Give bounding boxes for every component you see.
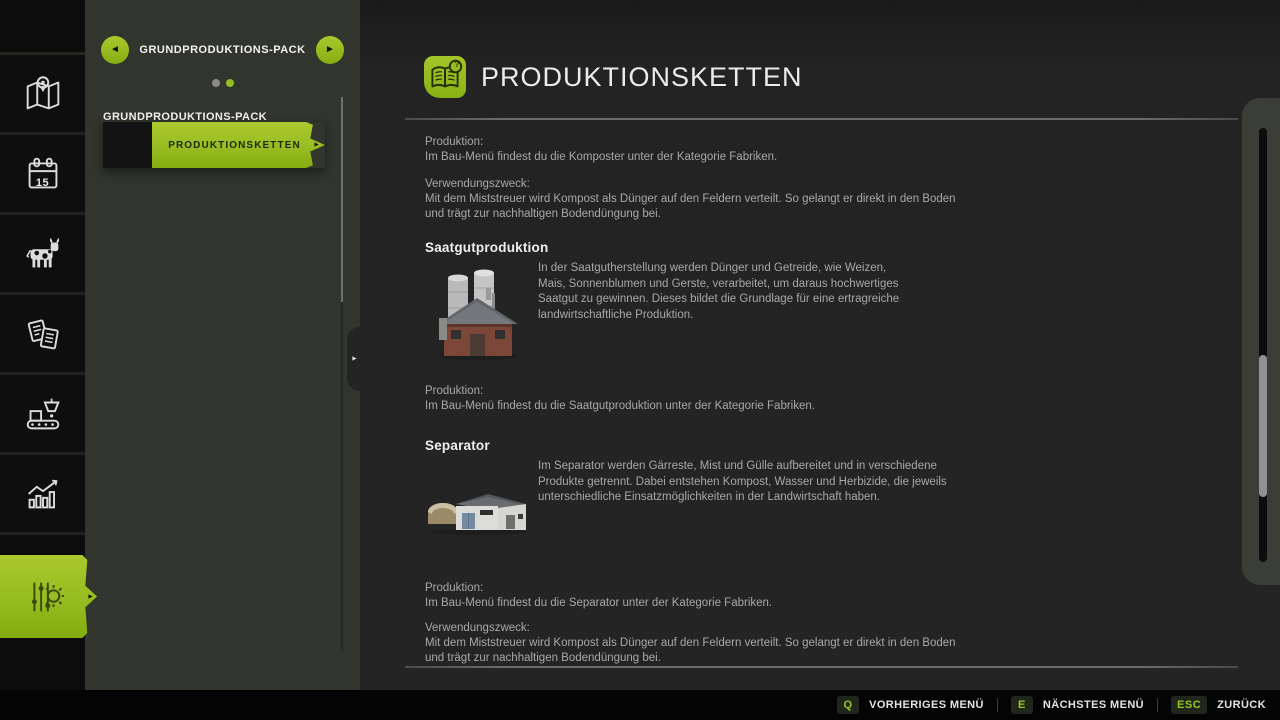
calendar-icon (20, 151, 66, 197)
usage-text: Mit dem Miststreuer wird Kompost als Dün… (425, 192, 970, 222)
production-text: Im Bau-Menü findest du die Saatgutproduk… (425, 399, 815, 414)
pack-title: GRUNDPRODUKTIONS-PACK (129, 44, 316, 56)
contracts-icon (20, 311, 66, 357)
topic-item-label: PRODUKTIONSKETTEN (168, 140, 309, 151)
animals-icon (20, 231, 66, 277)
pack-pager: ◄ GRUNDPRODUKTIONS-PACK ► (85, 0, 360, 64)
sidebar-item-production[interactable] (0, 375, 85, 455)
question-mark-glyph: ? (452, 60, 463, 69)
separator-building-image (426, 488, 530, 541)
selected-tab-arrow-icon: ► (87, 593, 94, 600)
topic-arrow-icon: ► (313, 142, 320, 149)
hint-separator (1157, 698, 1158, 712)
topic-thumbnail (103, 122, 152, 168)
production-text: Im Bau-Menü findest du die Komposter unt… (425, 150, 777, 165)
seed-production-description: In der Saatgutherstellung werden Dünger … (538, 261, 916, 323)
previous-pack-button[interactable]: ◄ (101, 36, 129, 64)
page-title: PRODUKTIONSKETTEN (481, 62, 803, 93)
hint-label: ZURÜCK (1217, 699, 1266, 711)
header-divider (405, 118, 1238, 120)
sidebar-item-animals[interactable] (0, 215, 85, 295)
panel-scrollbar-thumb[interactable] (341, 97, 343, 302)
usage-label: Verwendungszweck: (425, 177, 970, 192)
sidebar-item-statistics[interactable] (0, 455, 85, 535)
page-dot-1[interactable] (212, 79, 220, 87)
main-sidebar: 15 (0, 0, 85, 690)
separator-heading: Separator (425, 438, 490, 453)
hint-label: NÄCHSTES MENÜ (1043, 699, 1144, 711)
help-settings-icon (21, 574, 67, 620)
production-label: Produktion: (425, 581, 772, 596)
production-label: Produktion: (425, 384, 815, 399)
content-scrollbar-rail (1242, 98, 1280, 585)
separator-production-block: Produktion: Im Bau-Menü findest du die S… (425, 581, 772, 611)
help-content-panel: ► ? PRODUKTIONSKETTEN Produktion: Im Bau… (360, 0, 1280, 690)
hint-separator (997, 698, 998, 712)
hint-back[interactable]: ESC ZURÜCK (1171, 696, 1266, 714)
sidebar-top-spacer (0, 0, 85, 55)
key-hint-bar: Q VORHERIGES MENÜ E NÄCHSTES MENÜ ESC ZU… (0, 690, 1280, 720)
intro-usage-block: Verwendungszweck: Mit dem Miststreuer wi… (425, 177, 970, 222)
calendar-day-number: 15 (36, 177, 49, 189)
seed-production-building-image (430, 260, 526, 365)
content-scrollbar-thumb[interactable] (1259, 355, 1267, 497)
panel-collapse-handle[interactable]: ► (347, 327, 360, 391)
footer-divider (405, 666, 1238, 668)
production-text: Im Bau-Menü findest du die Separator unt… (425, 596, 772, 611)
chevron-left-icon: ◄ (110, 45, 120, 55)
key-e: E (1011, 696, 1033, 714)
intro-production-block: Produktion: Im Bau-Menü findest du die K… (425, 135, 777, 165)
chevron-right-icon: ► (325, 45, 335, 55)
separator-description: Im Separator werden Gärreste, Mist und G… (538, 459, 950, 506)
game-help-menu: 15 (0, 0, 1280, 720)
next-pack-button[interactable]: ► (316, 36, 344, 64)
usage-label: Verwendungszweck: (425, 621, 970, 636)
page-dot-2[interactable] (226, 79, 234, 87)
help-topics-panel: ◄ GRUNDPRODUKTIONS-PACK ► GRUNDPRODUKTIO… (85, 0, 360, 690)
statistics-icon (20, 471, 66, 517)
hint-next-menu[interactable]: E NÄCHSTES MENÜ (1011, 696, 1144, 714)
usage-text: Mit dem Miststreuer wird Kompost als Dün… (425, 636, 970, 666)
collapse-arrow-icon: ► (351, 356, 358, 363)
sidebar-item-contracts[interactable] (0, 295, 85, 375)
sidebar-item-calendar[interactable]: 15 (0, 135, 85, 215)
key-q: Q (837, 696, 859, 714)
sidebar-item-map[interactable] (0, 55, 85, 135)
help-book-icon: ? (424, 56, 466, 98)
pack-page-dots (85, 79, 360, 87)
map-icon (20, 71, 66, 117)
hint-previous-menu[interactable]: Q VORHERIGES MENÜ (837, 696, 984, 714)
seed-production-block: Produktion: Im Bau-Menü findest du die S… (425, 384, 815, 414)
topic-item-body: PRODUKTIONSKETTEN ► (152, 122, 325, 168)
hint-label: VORHERIGES MENÜ (869, 699, 984, 711)
production-icon (20, 391, 66, 437)
content-header: ? PRODUKTIONSKETTEN (424, 56, 803, 98)
seed-production-heading: Saatgutproduktion (425, 240, 548, 255)
sidebar-item-help-settings[interactable]: ► (0, 555, 97, 638)
panel-scrollbar[interactable] (341, 97, 343, 650)
content-scrollbar-track[interactable] (1259, 128, 1267, 562)
topic-item-produktionsketten[interactable]: PRODUKTIONSKETTEN ► (103, 122, 325, 168)
key-esc: ESC (1171, 696, 1207, 714)
separator-usage-block: Verwendungszweck: Mit dem Miststreuer wi… (425, 621, 970, 666)
production-label: Produktion: (425, 135, 777, 150)
